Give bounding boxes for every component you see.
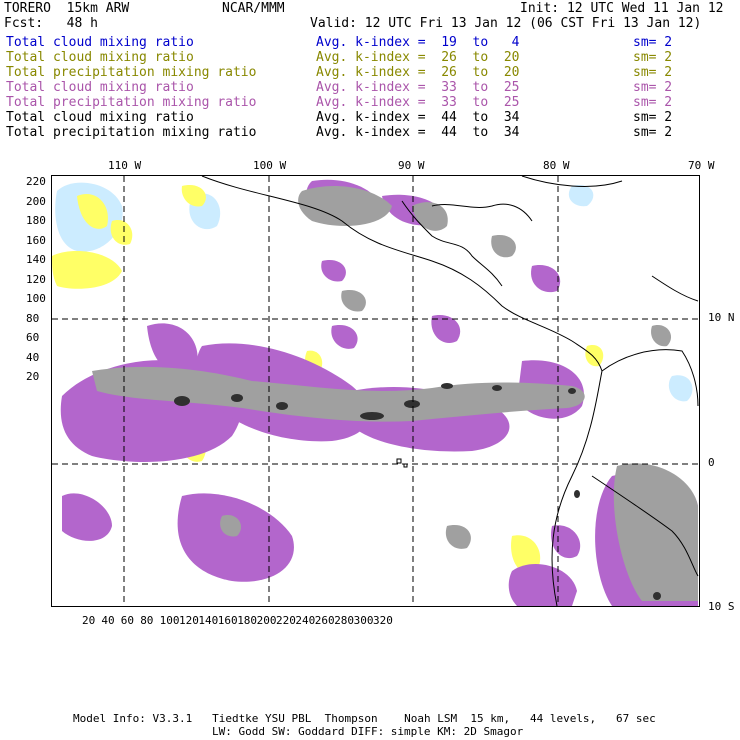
legend-sm: sm= 2 [633,95,673,110]
grid-y-label: 160 [26,233,46,247]
cloud-patch [491,235,516,258]
grid-x-label: 40 [101,614,115,627]
lon-label: 110 W [108,159,142,172]
lat-label: 0 [708,456,715,469]
grid-x-label: 300 [353,614,374,627]
legend-sm: sm= 2 [633,125,673,140]
convective-core [360,412,384,420]
cloud-patch [445,525,471,549]
grid-x-label: 320 [373,614,393,627]
legend-field: Total cloud mixing ratio [6,80,194,95]
cloud-patch [508,563,577,606]
legend-field: Total precipitation mixing ratio [6,125,257,140]
grid-y-label: 120 [26,272,46,286]
model-physics: LW: Godd SW: Goddard DIFF: simple KM: 2D… [212,725,524,738]
lon-label: 70 W [688,159,715,172]
legend-kindex: Avg. k-index = 26 to 20 [316,65,520,80]
convective-core [492,385,502,391]
cloud-patch [585,345,604,367]
legend-kindex: Avg. k-index = 33 to 25 [316,80,520,95]
grid-x-label: 160 [217,614,238,627]
legend-kindex: Avg. k-index = 33 to 25 [316,95,520,110]
lat-label: 10 S [708,600,735,613]
cloud-patch [177,493,294,582]
legend-sm: sm= 2 [633,50,673,65]
cloud-patch [341,290,366,312]
cloud-patch [568,185,594,207]
legend-field: Total cloud mixing ratio [6,50,194,65]
convective-core [574,490,580,498]
grid-y-label: 80 [26,311,40,325]
convective-core [568,388,576,394]
cloud-patch [52,251,122,289]
legend-sm: sm= 2 [633,35,673,50]
grid-y-label: 140 [26,253,46,266]
grid-x-label: 180 [237,614,258,627]
legend-kindex: Avg. k-index = 26 to 20 [316,50,520,65]
org-label: NCAR/MMM [222,1,285,16]
grid-x-label: 200 [256,614,277,627]
grid-x-label: 240 [295,614,316,627]
grid-x-label: 140 [198,614,219,627]
cloud-patch [321,260,346,282]
init-time: Init: 12 UTC Wed 11 Jan 12 [520,1,724,16]
lon-label: 90 W [398,159,425,172]
legend-field: Total cloud mixing ratio [6,35,194,50]
lon-label: 80 W [543,159,570,172]
forecast-map [51,175,700,607]
lon-label: 100 W [253,159,287,172]
map-canvas [52,176,699,606]
grid-y-label: 60 [26,331,40,344]
cloud-patch [110,220,133,245]
convective-core [653,592,661,600]
grid-y-label: 20 [26,370,40,383]
convective-core [276,402,288,410]
valid-time: Valid: 12 UTC Fri 13 Jan 12 (06 CST Fri … [310,16,702,31]
grid-x-label: 280 [334,614,355,627]
grid-x-label: 220 [276,614,296,627]
grid-y-label: 220 [26,175,46,188]
grid-y-label: 40 [26,350,40,364]
grid-x-label: 260 [314,614,335,627]
convective-core [231,394,243,402]
galapagos [396,458,408,468]
forecast-hour: Fcst: 48 h [4,16,98,31]
grid-x-label: 100 [159,614,180,627]
legend-kindex: Avg. k-index = 19 to 4 [316,35,520,50]
model-title: TORERO 15km ARW [4,1,130,16]
grid-x-label: 120 [179,614,199,627]
convective-core [441,383,453,389]
legend-field: Total cloud mixing ratio [6,110,194,125]
grid-x-label: 20 [82,614,96,627]
cloud-patch [668,375,693,402]
grid-y-label: 100 [26,292,46,305]
model-info: Model Info: V3.3.1 Tiedtke YSU PBL Thomp… [73,712,656,725]
cloud-patch [298,186,392,226]
grid-x-label: 80 [140,614,154,627]
cloud-patch [651,325,672,347]
grid-x-label: 60 [120,614,135,627]
cloud-patch [412,202,448,231]
legend-sm: sm= 2 [633,65,673,80]
legend-field: Total precipitation mixing ratio [6,65,257,80]
legend-field: Total precipitation mixing ratio [6,95,257,110]
legend-sm: sm= 2 [633,80,673,95]
legend-sm: sm= 2 [633,110,673,125]
lat-label: 10 N [708,311,735,324]
coastline-cuba [521,176,623,187]
cloud-patch [181,185,206,207]
cloud-patch [62,493,112,541]
grid-y-label: 180 [26,214,46,227]
legend-kindex: Avg. k-index = 44 to 34 [316,110,520,125]
convective-core [404,400,420,408]
cloud-patch [331,325,358,349]
convective-core [174,396,190,406]
coastline-florida-caribbean [651,275,699,302]
cloud-patch [551,525,581,559]
cloud-patch [531,265,561,293]
grid-y-label: 200 [26,194,46,208]
legend-kindex: Avg. k-index = 44 to 34 [316,125,520,140]
